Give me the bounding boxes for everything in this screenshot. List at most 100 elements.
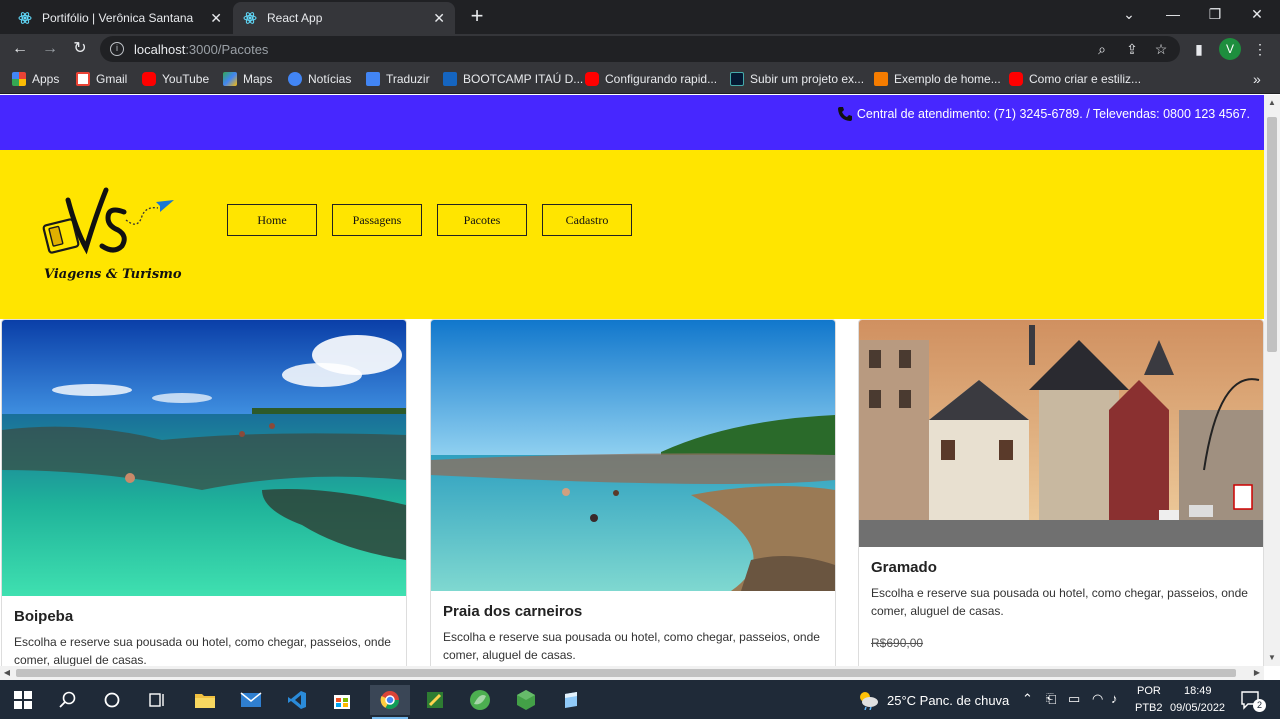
news-icon	[288, 72, 302, 86]
youtube-icon	[1009, 72, 1023, 86]
clock-date[interactable]: 09/05/2022	[1170, 702, 1225, 714]
volume-icon[interactable]: ♪	[1111, 691, 1118, 706]
menu-kebab-icon[interactable]: ⋮	[1250, 39, 1270, 59]
horizontal-scroll-thumb[interactable]	[16, 669, 1236, 677]
maps-icon	[223, 72, 237, 86]
close-icon[interactable]: ✕	[210, 10, 222, 27]
bookmark-news[interactable]: Notícias	[288, 71, 351, 87]
bookmark-exemplo-home[interactable]: Exemplo de home...	[874, 71, 1001, 87]
bookmark-label: Configurando rapid...	[605, 72, 718, 86]
app-green-leaf-icon[interactable]	[465, 685, 495, 715]
package-card-praia-dos-carneiros[interactable]: Praia dos carneiros Escolha e reserve su…	[430, 319, 836, 666]
profile-avatar[interactable]: V	[1219, 38, 1241, 60]
file-explorer-icon[interactable]	[190, 685, 220, 715]
vertical-scrollbar[interactable]: ▲ ▼	[1264, 95, 1280, 666]
scroll-down-icon[interactable]: ▼	[1264, 650, 1280, 666]
card-title: Boipeba	[14, 608, 74, 625]
sticky-tool-icon[interactable]	[420, 685, 450, 715]
more-bookmarks-icon[interactable]: »	[1253, 71, 1261, 87]
mail-icon[interactable]	[236, 685, 266, 715]
node-cube-icon[interactable]	[511, 685, 541, 715]
bookmark-label: Traduzir	[386, 72, 430, 86]
back-arrow-icon[interactable]: ←	[9, 38, 31, 60]
chrome-taskbar-icon[interactable]	[370, 685, 410, 719]
new-tab-button[interactable]: +	[464, 4, 490, 30]
weather-cloud-icon[interactable]	[857, 690, 879, 711]
alura-icon	[730, 72, 744, 86]
contact-text: Central de atendimento: (71) 3245-6789. …	[856, 107, 1250, 121]
bookmark-label: BOOTCAMP ITAÚ D...	[463, 72, 584, 86]
browser-toolbar: ← → ↻ i localhost :3000/Pacotes ⌕ ⇪ ☆ ▮ …	[0, 34, 1280, 64]
tab-react-app[interactable]: React App ✕	[233, 2, 455, 34]
nav-cadastro-button[interactable]: Cadastro	[542, 204, 632, 236]
tab-portfolio[interactable]: Portifólio | Verônica Santana ✕	[8, 2, 232, 34]
keyboard-layout[interactable]: PTB2	[1135, 702, 1163, 714]
bookmark-apps[interactable]: Apps	[12, 71, 59, 87]
bookmark-star-icon[interactable]: ☆	[1151, 39, 1171, 59]
minimize-button[interactable]: —	[1152, 0, 1194, 30]
bookmark-subir-projeto[interactable]: Subir um projeto ex...	[730, 71, 864, 87]
bookmark-maps[interactable]: Maps	[223, 71, 272, 87]
card-text: Escolha e reserve sua pousada ou hotel, …	[443, 630, 820, 662]
bookmark-como-criar[interactable]: Como criar e estiliz...	[1009, 71, 1141, 87]
scroll-right-icon[interactable]: ▶	[1250, 666, 1264, 680]
nav-home-button[interactable]: Home	[227, 204, 317, 236]
windows-start-icon[interactable]	[8, 685, 38, 715]
clock-time[interactable]: 18:49	[1184, 685, 1212, 697]
bookmark-bootcamp[interactable]: BOOTCAMP ITAÚ D...	[443, 71, 583, 87]
package-card-gramado[interactable]: Gramado Escolha e reserve sua pousada ou…	[858, 319, 1264, 666]
language-code[interactable]: POR	[1137, 685, 1161, 697]
search-icon[interactable]	[53, 685, 83, 715]
bookmark-label: Maps	[243, 72, 273, 86]
weather-text[interactable]: 25°C Panc. de chuva	[887, 693, 1009, 708]
address-bar[interactable]: i localhost :3000/Pacotes	[100, 36, 1180, 62]
react-favicon-icon	[243, 11, 257, 25]
cortana-icon[interactable]	[97, 685, 127, 715]
youtube-icon	[585, 72, 599, 86]
horizontal-scrollbar[interactable]: ◀ ▶	[0, 666, 1264, 680]
reload-icon[interactable]: ↻	[69, 38, 91, 60]
phone-icon	[837, 107, 852, 121]
url-host: localhost	[134, 41, 186, 57]
scroll-left-icon[interactable]: ◀	[0, 666, 14, 680]
package-card-boipeba[interactable]: Boipeba Escolha e reserve sua pousada ou…	[1, 319, 407, 666]
vscode-icon[interactable]	[282, 685, 312, 715]
notification-count-badge: 2	[1253, 699, 1266, 712]
praia-dos-carneiros-photo	[431, 320, 835, 591]
maximize-button[interactable]: ❐	[1194, 0, 1236, 30]
notebook-app-icon[interactable]	[556, 685, 586, 715]
apps-grid-icon	[12, 72, 26, 86]
tab-search-icon[interactable]: ⌄	[1108, 0, 1150, 30]
window-close-button[interactable]: ✕	[1236, 0, 1278, 30]
site-info-icon[interactable]: i	[110, 42, 124, 56]
nav-passagens-button[interactable]: Passagens	[332, 204, 422, 236]
task-view-icon[interactable]	[142, 685, 172, 715]
bookmark-gmail[interactable]: Gmail	[76, 71, 127, 87]
zoom-icon[interactable]: ⌕	[1092, 39, 1112, 59]
bookmark-translate[interactable]: Traduzir	[366, 71, 430, 87]
microsoft-store-icon[interactable]	[327, 685, 357, 715]
card-text: Escolha e reserve sua pousada ou hotel, …	[14, 635, 391, 666]
nav-pacotes-button[interactable]: Pacotes	[437, 204, 527, 236]
bookmark-youtube[interactable]: YouTube	[142, 71, 209, 87]
forward-arrow-icon[interactable]: →	[39, 38, 61, 60]
close-icon[interactable]: ✕	[433, 10, 445, 27]
tab-title: React App	[267, 11, 323, 25]
tray-chevron-up-icon[interactable]: ⌃	[1022, 691, 1033, 707]
page-viewport: Central de atendimento: (71) 3245-6789. …	[0, 95, 1264, 666]
share-icon[interactable]: ⇪	[1122, 39, 1142, 59]
card-text: Escolha e reserve sua pousada ou hotel, …	[871, 586, 1248, 618]
gmail-icon	[76, 72, 90, 86]
scroll-up-icon[interactable]: ▲	[1264, 95, 1280, 111]
meet-now-icon[interactable]: ⎗	[1046, 691, 1056, 707]
bookmark-configurando[interactable]: Configurando rapid...	[585, 71, 717, 87]
vertical-scroll-thumb[interactable]	[1267, 117, 1277, 352]
tab-strip: Portifólio | Verônica Santana ✕ React Ap…	[0, 0, 1280, 34]
battery-icon[interactable]: ▭	[1068, 691, 1080, 707]
side-panel-icon[interactable]: ▮	[1189, 39, 1209, 59]
bookmark-label: Subir um projeto ex...	[750, 72, 865, 86]
translate-icon	[366, 72, 380, 86]
card-title: Praia dos carneiros	[443, 603, 583, 620]
wifi-icon[interactable]: ◠	[1092, 691, 1103, 707]
url-path: :3000/Pacotes	[185, 41, 269, 57]
